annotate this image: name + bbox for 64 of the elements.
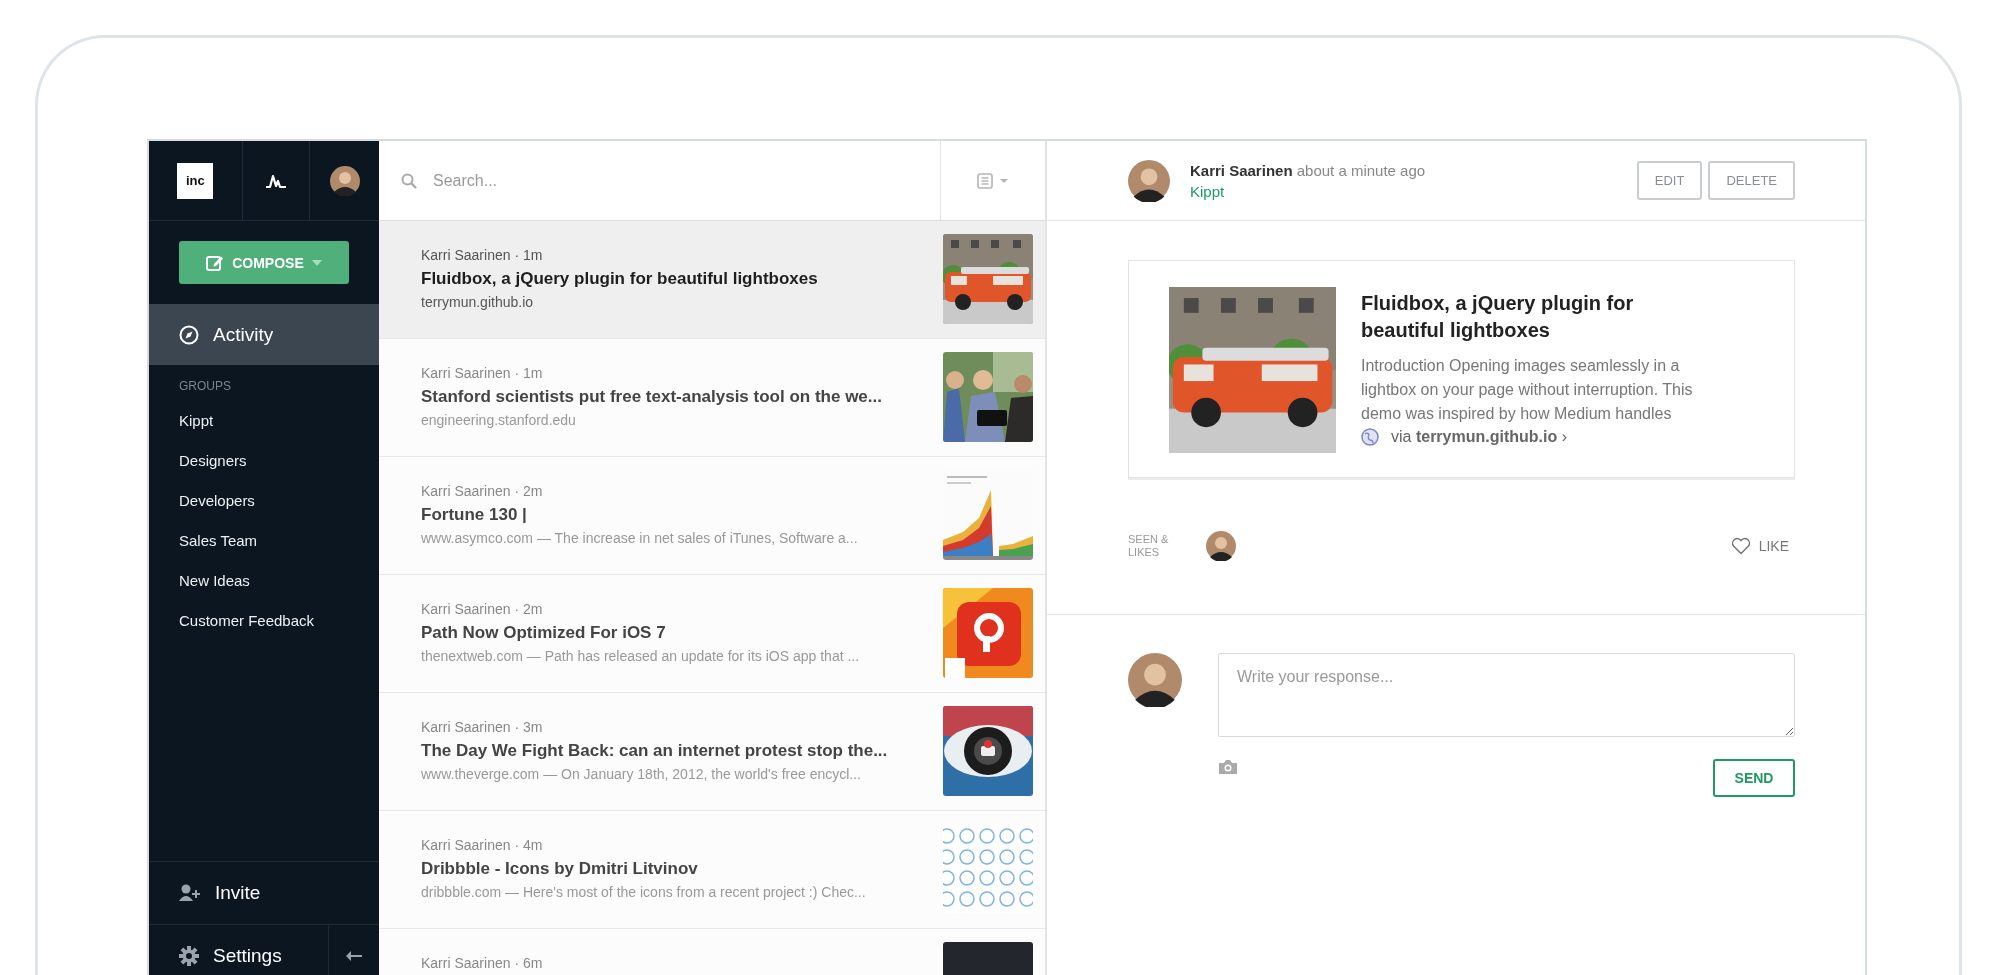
author-name: Karri Saarinen [421, 837, 511, 853]
card-description: Introduction Opening images seamlessly in a lightbox on your page without interruption. This demo was inspired by how Medium handles [1361, 356, 1694, 424]
compass-icon [179, 324, 199, 345]
add-user-icon [179, 884, 201, 902]
item-title: The Day We Fight Back: can an internet protest stop the... [421, 741, 889, 761]
edit-icon [206, 253, 225, 272]
author-name: Karri Saarinen [421, 719, 511, 735]
item-source: www.asymco.com — The increase in net sales of iTunes, Software a... [421, 530, 859, 546]
item-source: thenextweb.com — Path has released an update for its iOS app that ... [421, 648, 861, 664]
avatar [1128, 653, 1182, 707]
group-link[interactable]: New Ideas [149, 561, 379, 601]
response-field[interactable]: Write your response... [1218, 653, 1795, 737]
author-name: Karri Saarinen [421, 601, 511, 617]
item-title: Path Now Optimized For iOS 7 [421, 623, 667, 643]
search-field[interactable]: Search... [431, 170, 735, 191]
like-button[interactable]: LIKE [1724, 536, 1795, 556]
author-name: Karri Saarinen [421, 955, 511, 971]
item-title: Fortune 130 | [421, 505, 528, 525]
post-time: · 1m [514, 247, 543, 263]
seen-label: SEEN & LIKES [1128, 533, 1170, 559]
avatar [1206, 531, 1236, 561]
item-title: Dribbble - Icons by Dmitri Litvinov [421, 859, 699, 879]
author-name: Karri Saarinen [1190, 161, 1293, 179]
author-name: Karri Saarinen [421, 365, 511, 381]
group-link[interactable]: Kippt [149, 401, 379, 441]
author-name: Karri Saarinen [421, 247, 511, 263]
author-name: Karri Saarinen [421, 483, 511, 499]
nav-item[interactable]: Activity [149, 304, 379, 365]
collapse-arrow-icon[interactable] [346, 951, 362, 961]
group-link[interactable]: Customer Feedback [149, 601, 379, 641]
sidebar-footer-item[interactable]: Invite [149, 862, 379, 924]
caret-icon [311, 259, 322, 266]
logo[interactable]: inc [177, 162, 214, 199]
post-time: · 6m [514, 955, 543, 971]
item-source: terrymun.github.io [421, 294, 535, 310]
item-source: www.theverge.com — On January 18th, 2012, the world's free encycl... [421, 766, 862, 782]
group-link[interactable]: Designers [149, 441, 379, 481]
item-title: Fluidbox, a jQuery plugin for beautiful lightboxes [421, 269, 819, 289]
list-item[interactable]: Karri Saarinen · 1m Fluidbox, a jQuery plugin for beautiful lightboxes terrymun.github.io [379, 221, 1045, 339]
post-time: · 4m [514, 837, 543, 853]
group-link[interactable]: Sales Team [149, 521, 379, 561]
post-time: · 3m [514, 719, 543, 735]
card-title: Fluidbox, a jQuery plugin for beautiful lightboxes [1361, 291, 1635, 343]
list-view-icon [977, 172, 1009, 189]
search-icon [401, 172, 417, 189]
avatar [1128, 159, 1170, 202]
post-time: · 2m [514, 601, 543, 617]
group-link[interactable]: Developers [149, 481, 379, 521]
send-button[interactable]: SEND [1713, 759, 1795, 797]
heart-icon [1730, 537, 1751, 555]
post-time: · 2m [514, 483, 543, 499]
post-time: about a minute ago [1296, 161, 1426, 179]
group-link[interactable]: Kippt [1190, 182, 1617, 200]
post-time: · 1m [514, 365, 543, 381]
sidebar-footer-item[interactable]: Settings [149, 925, 328, 975]
item-source: dribbble.com — Here's most of the icons from a recent project :) Chec... [421, 884, 867, 900]
section-heading: GROUPS [178, 378, 232, 395]
globe-icon [1361, 428, 1379, 446]
item-source: engineering.stanford.edu [421, 412, 577, 428]
item-title: Stanford scientists put free text-analysis tool on the we... [421, 387, 883, 407]
settings-icon [179, 946, 199, 966]
pulse-icon[interactable] [264, 172, 287, 189]
avatar[interactable] [329, 165, 360, 196]
source-link[interactable]: via terrymun.github.io › [1391, 428, 1567, 446]
